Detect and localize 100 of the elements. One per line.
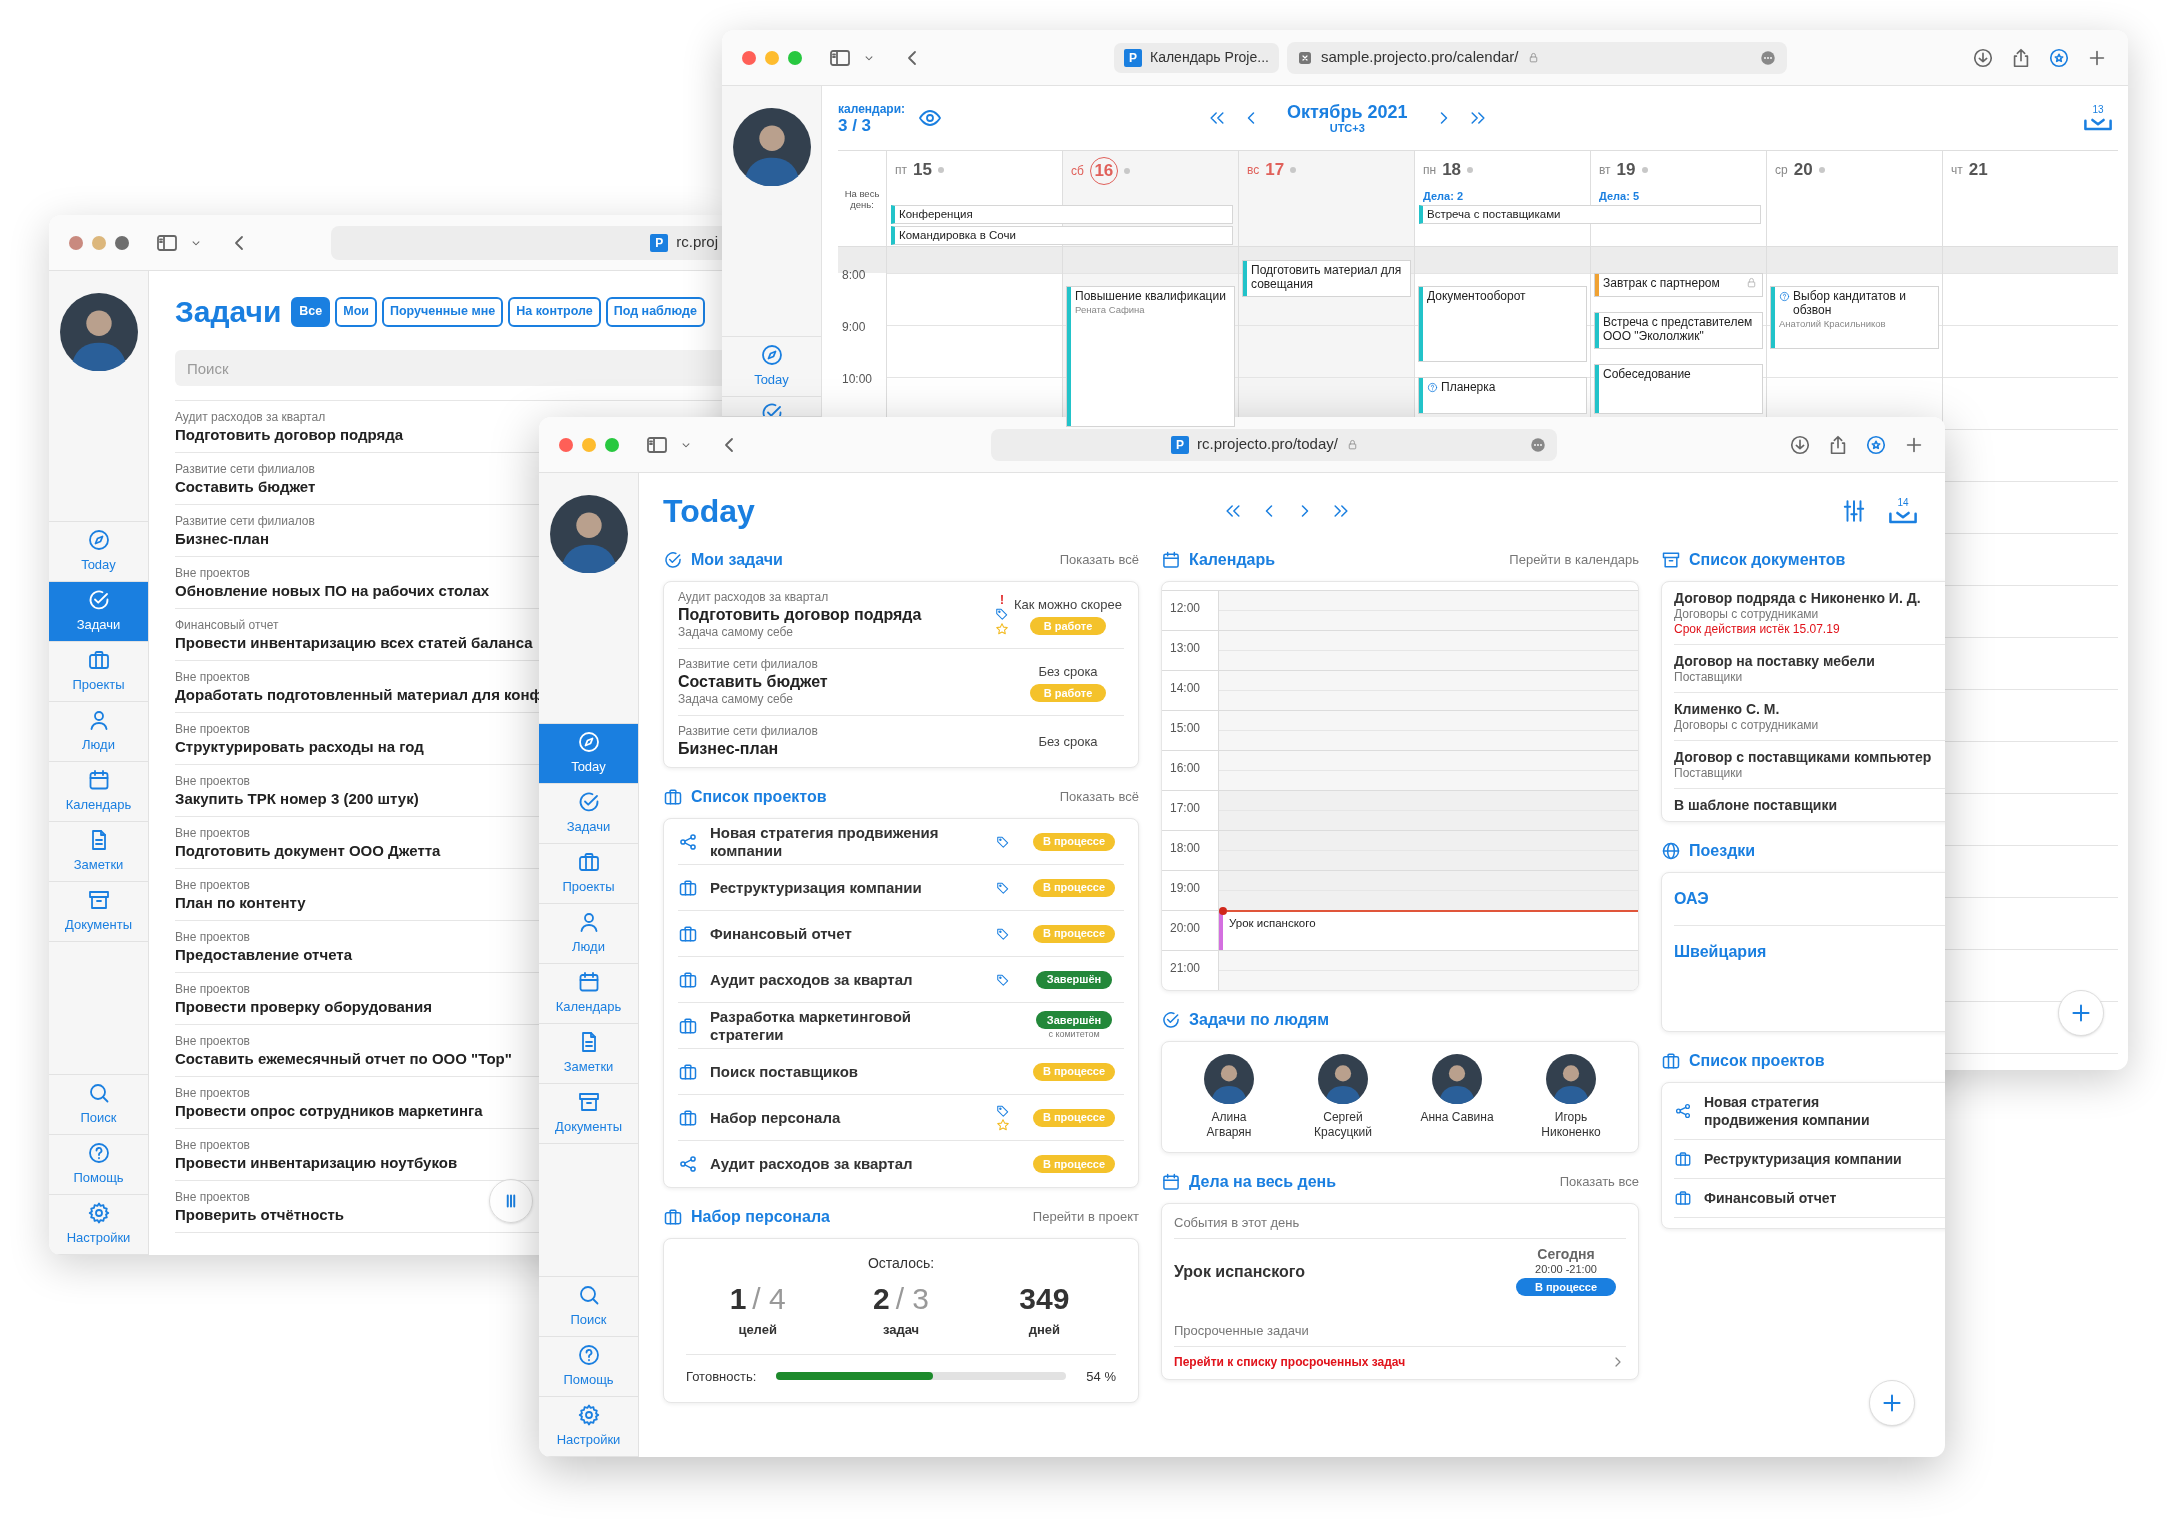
nav-item[interactable]: Люди [539, 904, 638, 964]
calendar-event[interactable]: Встреча с представителем ООО "Экололжик" [1594, 312, 1763, 349]
nav-item[interactable]: Задачи [539, 784, 638, 844]
section-link[interactable]: Показать всё [1059, 787, 1139, 807]
task-title[interactable]: Провести опрос сотрудников маркетинга [175, 1100, 483, 1120]
task-title[interactable]: Бизнес-план [678, 739, 992, 759]
document-title[interactable]: Договор подряда с Никоненко И. Д. [1674, 589, 1921, 607]
person-name[interactable]: Анна Савина [1417, 1110, 1497, 1125]
project-title[interactable]: Финансовый отчет [710, 924, 982, 943]
all-day-event[interactable]: Конференция [891, 205, 1233, 224]
nav-item[interactable]: Помощь [539, 1337, 638, 1397]
task-title[interactable]: Провести инвентаризацию всех статей баланса [175, 632, 533, 652]
nav-item[interactable]: Люди [49, 702, 148, 762]
project-title[interactable]: Аудит расходов за квартал [710, 970, 982, 989]
filter-tab[interactable]: На контроле [508, 296, 601, 327]
nav-item[interactable]: Документы [49, 882, 148, 942]
calendar-event[interactable]: Документооборот [1418, 286, 1587, 362]
trip-link[interactable]: Швейцария [1674, 943, 1767, 960]
nav-item[interactable]: Проекты [49, 642, 148, 702]
section-link[interactable]: Перейти в календарь [1509, 550, 1639, 570]
task-title[interactable]: Составить ежемесячный отчет по ООО "Тор" [175, 1048, 512, 1068]
nav-item[interactable]: Заметки [49, 822, 148, 882]
nav-item[interactable]: Календарь [539, 964, 638, 1024]
task-title[interactable]: Провести инвентаризацию ноутбуков [175, 1152, 458, 1172]
overdue-link[interactable]: Перейти к списку просроченных задач [1174, 1353, 1406, 1371]
search-field[interactable]: Поиск [175, 350, 722, 386]
project-title[interactable]: Реструктуризация компании [1704, 1150, 1904, 1168]
nav-item[interactable]: Задачи [49, 582, 148, 642]
project-title[interactable]: Аудит расходов за квартал [710, 1155, 982, 1173]
task-title[interactable]: Составить бюджет [678, 672, 992, 692]
nav-item[interactable]: Проекты [539, 844, 638, 904]
trip-link[interactable]: ОАЭ [1674, 890, 1709, 907]
task-title[interactable]: Подготовить договор подряда [678, 605, 992, 625]
date-number[interactable]: 19 [1616, 157, 1636, 183]
date-number[interactable]: 15 [913, 157, 932, 183]
person-name[interactable]: Алина Агварян [1189, 1110, 1269, 1140]
project-title[interactable]: Реструктуризация компании [710, 878, 982, 897]
task-title[interactable]: План по контенту [175, 892, 306, 912]
project-title[interactable]: Новая стратегия продвижения компании [1704, 1093, 1904, 1129]
nav-item[interactable]: Помощь [49, 1135, 148, 1195]
task-title[interactable]: Подготовить документ ООО Джетта [175, 840, 441, 860]
task-title[interactable]: Закупить ТРК номер 3 (200 штук) [175, 788, 419, 808]
calendar-event[interactable]: Планерка [1418, 377, 1587, 414]
task-title[interactable]: Провести проверку оборудования [175, 996, 432, 1016]
nav-item[interactable]: Настройки [49, 1195, 148, 1255]
document-title[interactable]: Договор на поставку мебели [1674, 652, 1875, 670]
logo: P [1124, 48, 1142, 67]
project-title[interactable]: Разработка маркетинговой стратегии [710, 1007, 982, 1044]
all-day-event[interactable]: Встреча с поставщиками [1419, 205, 1761, 224]
task-title[interactable]: Структурировать расходы на год [175, 736, 424, 756]
date-number[interactable]: 21 [1968, 157, 1988, 183]
browser-tab[interactable]: P Календарь Proje... [1114, 42, 1279, 73]
event-title[interactable]: Урок испанского [1223, 911, 1322, 933]
task-title[interactable]: Бизнес-план [175, 528, 269, 548]
address-bar[interactable]: P rc.projecto.pro/today/ [991, 428, 1557, 461]
task-title[interactable]: Обновление новых ПО на рабочих столах [175, 580, 490, 600]
document-title[interactable]: В шаблоне поставщики [1674, 796, 1838, 814]
all-day-event[interactable]: Командировка в Сочи [891, 226, 1233, 245]
calendar-event[interactable]: Подготовить материал для совещания [1242, 260, 1411, 297]
nav-item[interactable]: Календарь [49, 762, 148, 822]
nav-item[interactable]: Today [539, 724, 638, 784]
nav-item[interactable]: Настройки [539, 1397, 638, 1457]
section-link[interactable]: Показать все [1559, 1172, 1639, 1192]
tasks-count[interactable]: Дела: 5 [1599, 189, 1640, 203]
inbox-button[interactable]: 13 [2084, 105, 2112, 131]
section-link[interactable]: Перейти в проект [1032, 1207, 1139, 1227]
tasks-count[interactable]: Дела: 2 [1423, 189, 1464, 203]
project-title[interactable]: Финансовый отчет [1704, 1189, 1904, 1207]
calendar-event[interactable]: Завтрак с партнером [1594, 273, 1763, 297]
project-title[interactable]: Новая стратегия продвижения компании [710, 823, 982, 860]
section-link[interactable]: Показать всё [1059, 550, 1139, 570]
nav-item[interactable]: Поиск [539, 1277, 638, 1337]
document-title[interactable]: Договор с поставщиками компьютер [1674, 748, 1932, 766]
calendars-count[interactable]: 3 / 3 [838, 116, 908, 134]
task-title[interactable]: Подготовить договор подряда [175, 424, 404, 444]
person-name[interactable]: Сергей Красуцкий [1303, 1110, 1383, 1140]
person-name[interactable]: Игорь Никоненко [1531, 1110, 1611, 1140]
nav-item[interactable]: Документы [539, 1084, 638, 1144]
date-number[interactable]: 18 [1442, 157, 1462, 183]
address-bar[interactable]: sample.projecto.pro/calendar/ [1286, 41, 1787, 74]
nav-item[interactable]: Поиск [49, 1075, 148, 1135]
filter-tab[interactable]: Мои [335, 296, 377, 327]
calendar-event[interactable]: Выбор кандитатов и обзвон Анатолий Красильников [1770, 286, 1939, 349]
inbox-button[interactable]: 14 [1889, 498, 1917, 524]
document-title[interactable]: Клименко С. М. [1674, 700, 1780, 718]
calendar-event[interactable]: Собеседование [1594, 364, 1763, 414]
date-number[interactable]: 20 [1793, 157, 1813, 183]
project-title[interactable]: Поиск поставщиков [710, 1062, 982, 1081]
task-title[interactable]: Проверить отчётность [175, 1204, 345, 1224]
task-title[interactable]: Предоставление отчета [175, 944, 352, 964]
nav-item[interactable]: Заметки [539, 1024, 638, 1084]
address-bar[interactable]: P rc.proj [331, 225, 722, 260]
filter-tab[interactable]: Все [291, 296, 331, 327]
event-title[interactable]: Урок испанского [1174, 1259, 1305, 1284]
project-title[interactable]: Набор персонала [710, 1108, 982, 1127]
filter-tab[interactable]: Под наблюде [605, 296, 705, 327]
calendar-event[interactable]: Повышение квалификации Рената Сафина [1066, 286, 1235, 427]
nav-item[interactable]: Today [722, 337, 821, 397]
filter-tab[interactable]: Порученные мне [382, 296, 504, 327]
task-title[interactable]: Составить бюджет [175, 476, 316, 496]
